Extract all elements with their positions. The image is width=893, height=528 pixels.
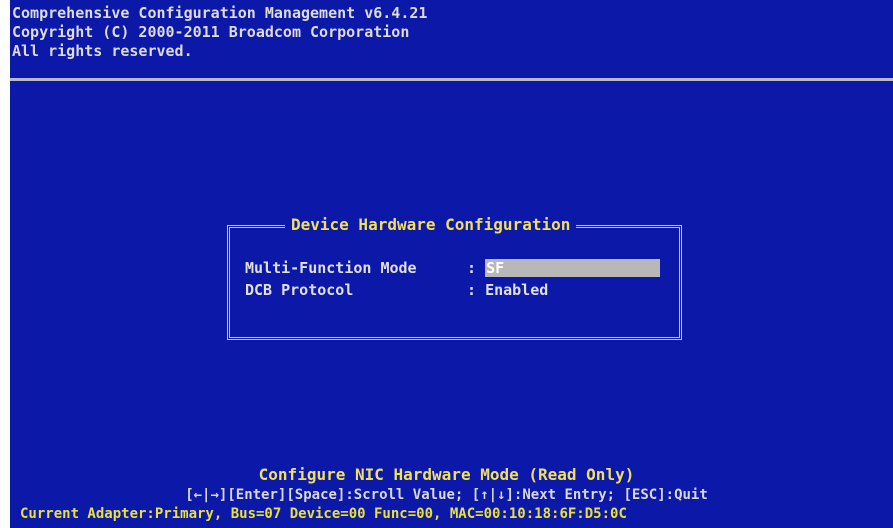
field-multi-function-mode[interactable]: Multi-Function Mode: SF (245, 259, 661, 277)
copyright-text: Copyright (C) 2000-2011 Broadcom Corpora… (12, 23, 410, 41)
screen-left-edge (0, 0, 10, 528)
header-info: Comprehensive Configuration Management v… (12, 4, 427, 61)
field-separator: : (467, 259, 486, 277)
rights-text: All rights reserved. (12, 42, 193, 60)
dcb-protocol-value[interactable]: Enabled (485, 281, 548, 299)
field-separator: : (467, 281, 486, 299)
bios-screen: Comprehensive Configuration Management v… (0, 0, 893, 528)
adapter-status-line: Current Adapter:Primary, Bus=07 Device=0… (20, 506, 627, 522)
key-help-line: [←|→][Enter][Space]:Scroll Value; [↑|↓]:… (185, 487, 708, 503)
field-label: Multi-Function Mode (245, 259, 417, 277)
help-title: Configure NIC Hardware Mode (Read Only) (258, 465, 635, 484)
device-hardware-config-dialog: Device Hardware Configuration Multi-Func… (227, 215, 682, 340)
field-label: DCB Protocol (245, 281, 354, 299)
multi-function-mode-value[interactable]: SF (485, 259, 661, 277)
dialog-title: Device Hardware Configuration (285, 215, 577, 235)
header-divider (10, 78, 893, 81)
field-dcb-protocol[interactable]: DCB Protocol: Enabled (245, 281, 548, 299)
app-title: Comprehensive Configuration Management v… (12, 4, 428, 22)
